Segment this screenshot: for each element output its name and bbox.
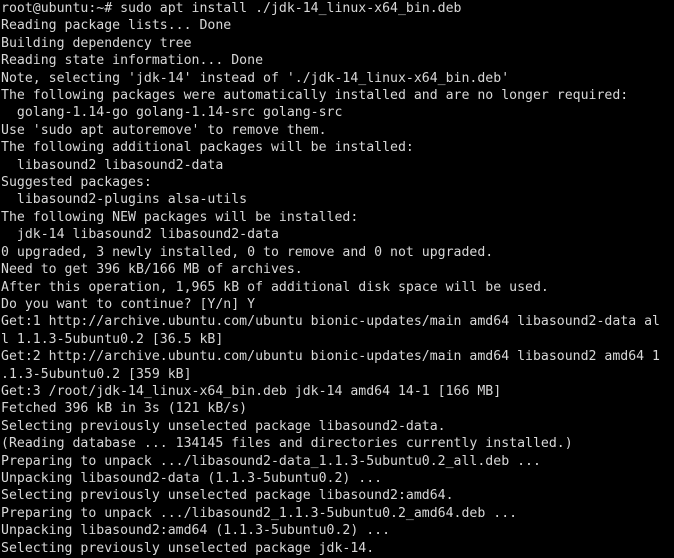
terminal-line: Unpacking libasound2:amd64 (1.1.3-5ubunt… (1, 523, 391, 539)
terminal-line: (Reading database ... 134145 files and d… (1, 436, 573, 452)
terminal-line: Get:3 /root/jdk-14_linux-x64_bin.deb jdk… (1, 383, 502, 399)
terminal-line: The following NEW packages will be insta… (1, 209, 359, 225)
terminal-line: The following packages were automaticall… (1, 88, 629, 104)
terminal-line: Use 'sudo apt autoremove' to remove them… (1, 122, 327, 138)
terminal-line: Selecting previously unselected package … (1, 540, 375, 556)
terminal-output-area[interactable]: root@ubuntu:~# sudo apt install ./jdk-14… (0, 0, 674, 558)
command-prompt-line: root@ubuntu:~# sudo apt install ./jdk-14… (1, 1, 462, 16)
terminal-line: Reading package lists... Done (1, 18, 232, 34)
terminal-line: Suggested packages: (1, 175, 152, 191)
terminal-line: Fetched 396 kB in 3s (121 kB/s) (1, 401, 248, 417)
terminal-line: Do you want to continue? [Y/n] Y (1, 296, 256, 312)
terminal-line: Selecting previously unselected package … (1, 488, 454, 504)
terminal-line: Selecting previously unselected package … (1, 418, 446, 434)
terminal-line: After this operation, 1,965 kB of additi… (1, 279, 549, 295)
terminal-line: 0 upgraded, 3 newly installed, 0 to remo… (1, 244, 494, 260)
terminal-line: Preparing to unpack .../libasound2-data_… (1, 453, 541, 469)
terminal-line: Need to get 396 kB/166 MB of archives. (1, 262, 303, 278)
terminal-line: Get:1 http://archive.ubuntu.com/ubuntu b… (1, 314, 660, 330)
terminal-line: libasound2-plugins alsa-utils (1, 192, 248, 208)
terminal-line: golang-1.14-go golang-1.14-src golang-sr… (1, 105, 343, 121)
terminal-line: jdk-14 libasound2 libasound2-data (1, 227, 279, 243)
terminal-line: The following additional packages will b… (1, 140, 414, 156)
terminal-line: Get:2 http://archive.ubuntu.com/ubuntu b… (1, 349, 660, 365)
terminal-line: .1.3-5ubuntu0.2 [359 kB] (1, 366, 192, 382)
terminal-line: Building dependency tree (1, 35, 192, 51)
terminal-line: Preparing to unpack .../libasound2_1.1.3… (1, 505, 518, 521)
terminal-line: libasound2 libasound2-data (1, 157, 224, 173)
terminal-line: Note, selecting 'jdk-14' instead of './j… (1, 70, 510, 86)
terminal-line: Unpacking libasound2-data (1.1.3-5ubuntu… (1, 470, 383, 486)
terminal-line: Reading state information... Done (1, 53, 264, 69)
terminal-line: l 1.1.3-5ubuntu0.2 [36.5 kB] (1, 331, 224, 347)
